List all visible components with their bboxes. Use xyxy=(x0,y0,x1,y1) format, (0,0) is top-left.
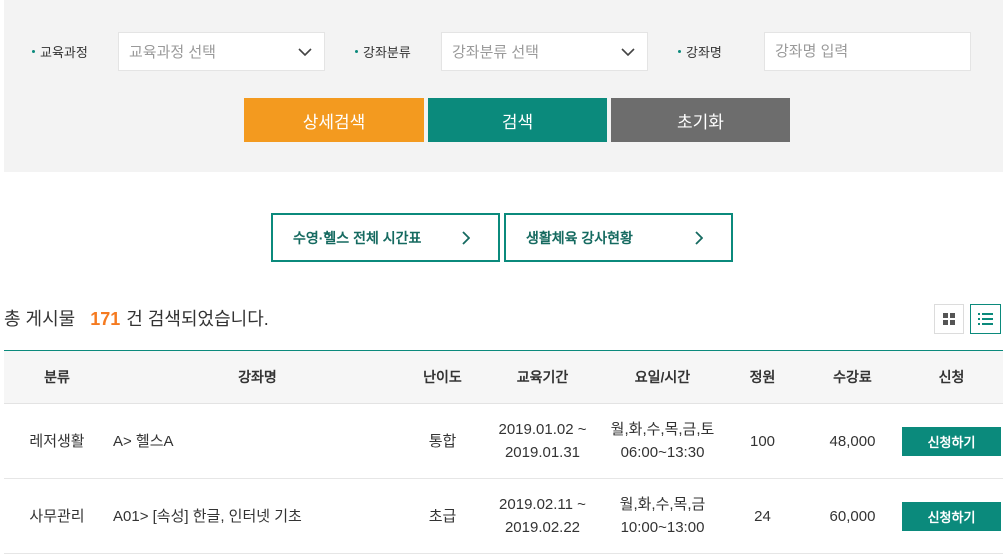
search-button[interactable]: 검색 xyxy=(428,98,607,142)
category-select[interactable]: 강좌분류 선택 xyxy=(441,32,648,71)
category-label-text: 강좌분류 xyxy=(363,45,411,60)
course-table: 분류 강좌명 난이도 교육기간 요일/시간 정원 수강료 신청 레저생활 A> … xyxy=(4,350,1003,554)
period-end: 2019.01.31 xyxy=(504,444,581,461)
cell-period: 2019.01.02 ~ 2019.01.31 xyxy=(480,403,605,479)
course-type-select-value: 교육과정 선택 xyxy=(129,44,216,61)
schedule-days: 월,화,수,목,금 xyxy=(619,496,706,513)
table-row: 사무관리 A01> [속성] 한글, 인터넷 기초 초급 2019.02.11 … xyxy=(4,478,1003,554)
swim-fitness-timetable-link[interactable]: 수영·헬스 전체 시간표 xyxy=(271,213,500,262)
header-category: 분류 xyxy=(4,350,110,404)
chevron-right-icon xyxy=(695,230,703,245)
chevron-down-icon xyxy=(621,48,635,56)
course-type-label: 교육과정 xyxy=(32,32,88,71)
search-panel: 교육과정 교육과정 선택 강좌분류 강좌분류 선택 강좌명 상세검색 검색 초기… xyxy=(4,0,1003,172)
detail-search-button[interactable]: 상세검색 xyxy=(244,98,424,142)
header-course-name: 강좌명 xyxy=(110,350,405,404)
quick-link-label: 수영·헬스 전체 시간표 xyxy=(293,229,422,246)
header-schedule: 요일/시간 xyxy=(605,350,720,404)
cell-category: 레저생활 xyxy=(4,403,110,479)
chevron-right-icon xyxy=(462,230,470,245)
period-end: 2019.02.22 xyxy=(504,519,581,536)
course-name-label: 강좌명 xyxy=(678,32,722,71)
header-fee: 수강료 xyxy=(805,350,900,404)
reset-button[interactable]: 초기화 xyxy=(611,98,790,142)
cell-capacity: 24 xyxy=(720,478,805,554)
result-prefix: 총 게시물 xyxy=(4,309,76,329)
result-suffix: 건 검색되었습니다. xyxy=(126,309,269,329)
table-row: 레저생활 A> 헬스A 통합 2019.01.02 ~ 2019.01.31 월… xyxy=(4,403,1003,479)
header-level: 난이도 xyxy=(405,350,480,404)
list-icon xyxy=(978,313,993,325)
cell-fee: 48,000 xyxy=(805,403,900,479)
category-label: 강좌분류 xyxy=(355,32,411,71)
cell-category: 사무관리 xyxy=(4,478,110,554)
quick-link-label: 생활체육 강사현황 xyxy=(526,229,633,246)
header-apply: 신청 xyxy=(900,350,1003,404)
schedule-time: 06:00~13:30 xyxy=(620,444,705,461)
cell-apply: 신청하기 xyxy=(900,403,1003,479)
table-header-row: 분류 강좌명 난이도 교육기간 요일/시간 정원 수강료 신청 xyxy=(4,350,1003,404)
course-name-input[interactable] xyxy=(764,32,971,71)
period-start: 2019.01.02 ~ xyxy=(498,421,587,438)
header-capacity: 정원 xyxy=(720,350,805,404)
cell-apply: 신청하기 xyxy=(900,478,1003,554)
list-view-toggle[interactable] xyxy=(970,304,1001,334)
course-type-label-text: 교육과정 xyxy=(40,45,88,60)
cell-fee: 60,000 xyxy=(805,478,900,554)
grid-icon xyxy=(943,313,955,325)
result-summary: 총 게시물 171 건 검색되었습니다. xyxy=(4,305,269,333)
cell-course-name[interactable]: A> 헬스A xyxy=(110,403,405,479)
cell-schedule: 월,화,수,목,금,토 06:00~13:30 xyxy=(605,403,720,479)
cell-level: 통합 xyxy=(405,403,480,479)
header-period: 교육기간 xyxy=(480,350,605,404)
bullet-icon xyxy=(355,50,358,53)
schedule-days: 월,화,수,목,금,토 xyxy=(610,421,715,438)
apply-button[interactable]: 신청하기 xyxy=(902,426,1001,456)
course-name-label-text: 강좌명 xyxy=(686,45,722,60)
cell-capacity: 100 xyxy=(720,403,805,479)
schedule-time: 10:00~13:00 xyxy=(620,519,705,536)
grid-view-toggle[interactable] xyxy=(934,304,964,334)
cell-period: 2019.02.11 ~ 2019.02.22 xyxy=(480,478,605,554)
chevron-down-icon xyxy=(298,48,312,56)
instructor-status-link[interactable]: 생활체육 강사현황 xyxy=(504,213,733,262)
apply-button[interactable]: 신청하기 xyxy=(902,501,1001,531)
bullet-icon xyxy=(32,50,35,53)
period-start: 2019.02.11 ~ xyxy=(499,496,586,513)
category-select-value: 강좌분류 선택 xyxy=(452,44,539,61)
cell-course-name[interactable]: A01> [속성] 한글, 인터넷 기초 xyxy=(110,478,405,554)
course-type-select[interactable]: 교육과정 선택 xyxy=(118,32,325,71)
bullet-icon xyxy=(678,50,681,53)
result-count: 171 xyxy=(90,309,121,329)
cell-level: 초급 xyxy=(405,478,480,554)
cell-schedule: 월,화,수,목,금 10:00~13:00 xyxy=(605,478,720,554)
